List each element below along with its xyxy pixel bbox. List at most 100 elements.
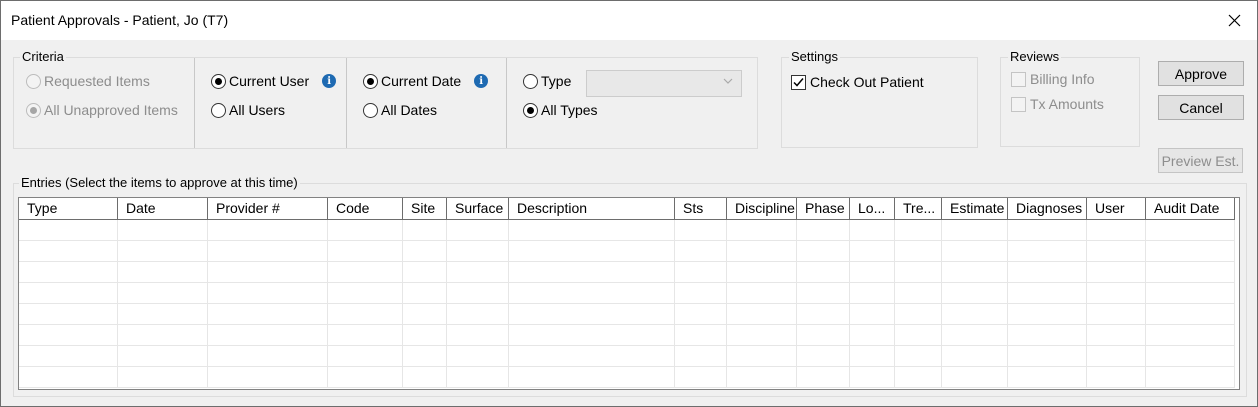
radio-requested-items-button[interactable] <box>26 73 41 89</box>
check-out-patient-label: Check Out Patient <box>810 74 924 90</box>
empty-grid-cell <box>675 304 727 325</box>
empty-grid-cell <box>118 220 208 241</box>
radio-current-user-label: Current User <box>229 73 310 89</box>
empty-grid-cell <box>118 346 208 367</box>
radio-current-user-button[interactable] <box>211 73 226 89</box>
empty-grid-cell <box>797 367 850 388</box>
empty-grid-cell <box>895 262 942 283</box>
empty-grid-cell <box>19 346 118 367</box>
checkmark-icon <box>793 77 804 87</box>
empty-grid-row <box>19 346 1237 367</box>
column-header[interactable]: Site <box>403 198 447 220</box>
radio-all-types-button[interactable] <box>523 102 538 118</box>
empty-grid-cell <box>1008 346 1087 367</box>
type-select[interactable] <box>586 70 742 97</box>
entries-label: Entries (Select the items to approve at … <box>19 175 300 191</box>
empty-grid-cell <box>447 241 509 262</box>
empty-grid-cell <box>1008 220 1087 241</box>
column-header[interactable]: Date <box>118 198 208 220</box>
tx-amounts-checkbox[interactable]: Tx Amounts <box>1011 96 1104 112</box>
empty-grid-cell <box>1008 304 1087 325</box>
radio-type-button[interactable] <box>523 73 538 89</box>
empty-grid-cell <box>118 367 208 388</box>
empty-grid-cell <box>727 367 797 388</box>
empty-grid-cell <box>1146 262 1235 283</box>
column-header[interactable]: Sts <box>675 198 727 220</box>
empty-grid-cell <box>19 220 118 241</box>
close-button[interactable] <box>1211 1 1257 40</box>
column-header[interactable]: Surface <box>447 198 509 220</box>
empty-grid-cell <box>1087 304 1146 325</box>
cancel-button[interactable]: Cancel <box>1158 95 1244 120</box>
empty-grid-cell <box>942 283 1008 304</box>
empty-grid-cell <box>727 304 797 325</box>
empty-grid-cell <box>328 283 403 304</box>
empty-grid-cell <box>1087 262 1146 283</box>
chevron-down-icon <box>723 76 733 89</box>
column-header[interactable]: Description <box>509 198 675 220</box>
empty-grid-cell <box>328 346 403 367</box>
column-header[interactable]: Code <box>328 198 403 220</box>
column-header[interactable]: User <box>1087 198 1146 220</box>
empty-grid-cell <box>118 283 208 304</box>
empty-grid-cell <box>942 304 1008 325</box>
empty-grid-cell <box>797 241 850 262</box>
empty-grid-cell <box>850 304 895 325</box>
radio-type[interactable]: Type <box>523 73 571 89</box>
column-header[interactable]: Estimate <box>942 198 1008 220</box>
empty-grid-row <box>19 220 1237 241</box>
preview-est-button[interactable]: Preview Est. <box>1158 148 1243 173</box>
settings-label: Settings <box>789 49 840 65</box>
check-out-patient-checkbox[interactable]: Check Out Patient <box>791 74 924 90</box>
tx-amounts-box[interactable] <box>1011 96 1026 112</box>
empty-grid-cell <box>942 241 1008 262</box>
approve-button[interactable]: Approve <box>1158 61 1244 86</box>
billing-info-checkbox[interactable]: Billing Info <box>1011 71 1095 87</box>
radio-all-dates-button[interactable] <box>363 102 378 118</box>
column-header[interactable]: Discipline <box>727 198 797 220</box>
radio-all-dates[interactable]: All Dates <box>363 102 437 118</box>
column-header[interactable]: Lo... <box>850 198 895 220</box>
empty-grid-row <box>19 367 1237 388</box>
radio-all-types[interactable]: All Types <box>523 102 598 118</box>
column-header[interactable]: Phase <box>797 198 850 220</box>
radio-all-unapproved-items[interactable]: All Unapproved Items <box>26 102 178 118</box>
radio-all-users-button[interactable] <box>211 102 226 118</box>
empty-grid-cell <box>1146 367 1235 388</box>
check-out-patient-box[interactable] <box>791 74 806 90</box>
empty-grid-cell <box>447 367 509 388</box>
column-header[interactable]: Diagnoses <box>1008 198 1087 220</box>
radio-requested-items[interactable]: Requested Items <box>26 73 150 89</box>
empty-grid-cell <box>447 346 509 367</box>
radio-current-date-label: Current Date <box>381 73 462 89</box>
radio-current-date[interactable]: Current Date i <box>363 73 489 89</box>
empty-grid-row <box>19 325 1237 346</box>
criteria-label: Criteria <box>20 49 66 65</box>
title-bar: Patient Approvals - Patient, Jo (T7) <box>1 1 1257 40</box>
column-header[interactable]: Audit Date <box>1146 198 1235 220</box>
empty-grid-cell <box>208 346 328 367</box>
radio-current-date-button[interactable] <box>363 73 378 89</box>
empty-grid-cell <box>328 241 403 262</box>
column-header[interactable]: Provider # <box>208 198 328 220</box>
empty-grid-cell <box>675 367 727 388</box>
radio-all-unapproved-items-button[interactable] <box>26 102 41 118</box>
radio-current-user[interactable]: Current User i <box>211 73 337 89</box>
empty-grid-cell <box>1008 325 1087 346</box>
info-icon[interactable]: i <box>474 74 489 88</box>
empty-grid-row <box>19 283 1237 304</box>
column-header[interactable]: Type <box>19 198 118 220</box>
entries-grid[interactable]: Type Date Provider # Code Site Surface Descrip… <box>18 197 1240 390</box>
empty-grid-cell <box>447 325 509 346</box>
empty-grid-cell <box>895 241 942 262</box>
radio-all-users[interactable]: All Users <box>211 102 285 118</box>
empty-grid-cell <box>675 325 727 346</box>
billing-info-box[interactable] <box>1011 71 1026 87</box>
empty-grid-cell <box>208 325 328 346</box>
info-icon[interactable]: i <box>322 74 337 88</box>
empty-grid-cell <box>403 220 447 241</box>
empty-grid-cell <box>1146 346 1235 367</box>
empty-grid-row <box>19 262 1237 283</box>
column-header[interactable]: Tre... <box>895 198 942 220</box>
criteria-divider <box>506 58 507 148</box>
